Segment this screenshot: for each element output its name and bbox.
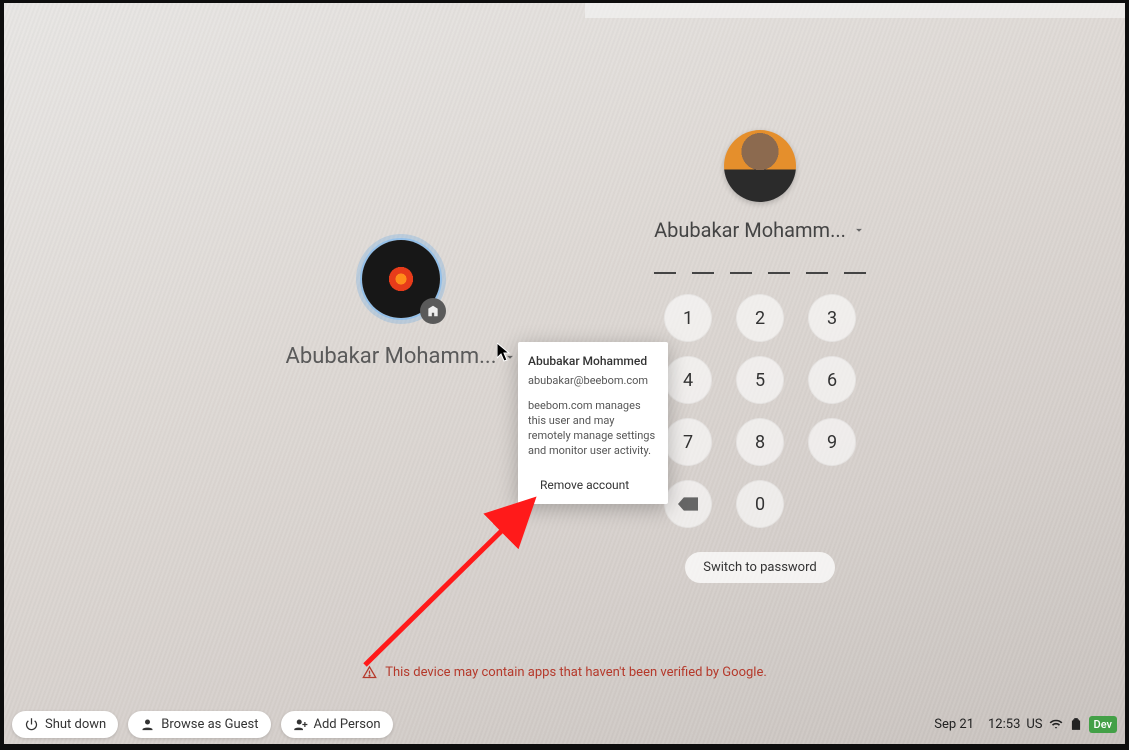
secondary-user-name: Abubakar Mohamm... xyxy=(286,344,497,369)
account-popup: Abubakar Mohammed abubakar@beebom.com be… xyxy=(518,342,668,504)
status-date: Sep 21 xyxy=(934,717,974,732)
keypad-empty xyxy=(808,480,856,528)
secondary-user-tile[interactable]: Abubakar Mohamm... xyxy=(296,240,506,369)
login-shelf: Shut down Browse as Guest Add Person Sep… xyxy=(4,704,1125,744)
popup-email: abubakar@beebom.com xyxy=(528,374,658,387)
popup-full-name: Abubakar Mohammed xyxy=(528,354,658,368)
secondary-user-avatar xyxy=(362,240,440,318)
status-time: 12:53 xyxy=(988,717,1020,732)
remove-account-button[interactable]: Remove account xyxy=(528,472,658,496)
add-person-label: Add Person xyxy=(314,717,381,732)
keypad-1[interactable]: 1 xyxy=(664,294,712,342)
verification-warning: This device may contain apps that haven'… xyxy=(0,665,1129,680)
primary-user-name-row[interactable]: Abubakar Mohamm... xyxy=(654,218,866,242)
backspace-icon xyxy=(678,497,698,511)
guest-label: Browse as Guest xyxy=(161,717,258,732)
keypad-7[interactable]: 7 xyxy=(664,418,712,466)
enterprise-badge-icon xyxy=(420,298,446,324)
keypad-0[interactable]: 0 xyxy=(736,480,784,528)
warning-icon xyxy=(362,665,377,680)
mouse-cursor xyxy=(497,343,513,367)
shutdown-button[interactable]: Shut down xyxy=(12,711,118,738)
add-person-icon xyxy=(293,717,308,732)
annotation-arrow xyxy=(355,480,565,670)
browser-url-bar-fragment xyxy=(585,0,1125,18)
browse-as-guest-button[interactable]: Browse as Guest xyxy=(128,711,270,738)
keypad-9[interactable]: 9 xyxy=(808,418,856,466)
chevron-down-icon[interactable] xyxy=(852,223,866,237)
power-icon xyxy=(24,717,39,732)
primary-user-avatar xyxy=(724,130,796,202)
keypad-5[interactable]: 5 xyxy=(736,356,784,404)
status-locale: US xyxy=(1026,717,1042,732)
status-tray[interactable]: Sep 21 12:53 US Dev xyxy=(934,716,1117,733)
guest-icon xyxy=(140,717,155,732)
battery-icon xyxy=(1069,717,1083,731)
pin-keypad: 1 2 3 4 5 6 7 8 9 0 xyxy=(664,294,856,528)
keypad-8[interactable]: 8 xyxy=(736,418,784,466)
primary-user-name: Abubakar Mohamm... xyxy=(654,218,846,242)
switch-to-password-button[interactable]: Switch to password xyxy=(685,552,834,583)
keypad-6[interactable]: 6 xyxy=(808,356,856,404)
popup-management-note: beebom.com manages this user and may rem… xyxy=(528,399,658,458)
shutdown-label: Shut down xyxy=(45,717,106,732)
keypad-backspace[interactable] xyxy=(664,480,712,528)
keypad-2[interactable]: 2 xyxy=(736,294,784,342)
warning-text: This device may contain apps that haven'… xyxy=(385,665,767,680)
keypad-3[interactable]: 3 xyxy=(808,294,856,342)
wifi-icon xyxy=(1049,717,1063,731)
add-person-button[interactable]: Add Person xyxy=(281,711,393,738)
pin-input[interactable] xyxy=(654,272,866,274)
dev-mode-badge: Dev xyxy=(1089,716,1117,733)
keypad-4[interactable]: 4 xyxy=(664,356,712,404)
